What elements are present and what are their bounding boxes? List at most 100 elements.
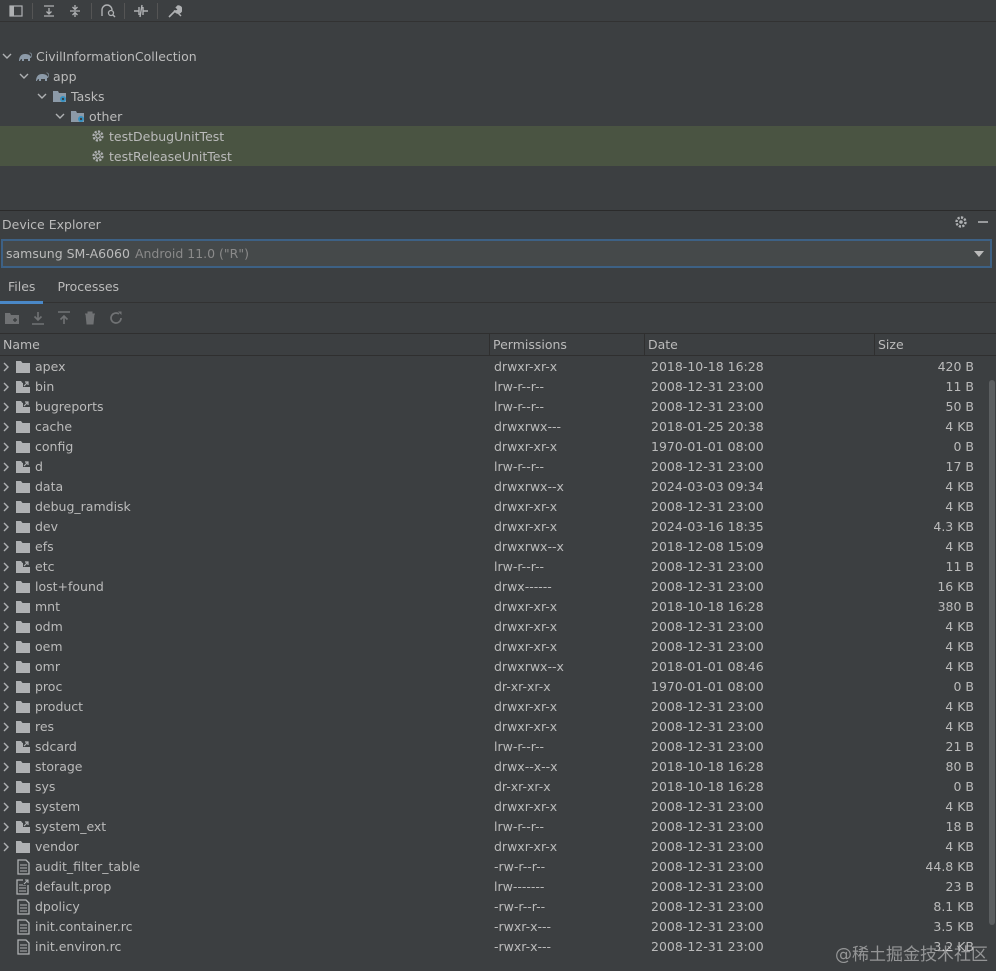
tree-node-task[interactable]: testDebugUnitTest xyxy=(0,126,996,146)
file-date: 2008-12-31 23:00 xyxy=(651,739,764,754)
device-selector[interactable]: samsung SM-A6060 Android 11.0 ("R") xyxy=(1,239,992,268)
chevron-right-icon[interactable] xyxy=(0,637,12,657)
chevron-right-icon[interactable] xyxy=(0,617,12,637)
file-icon xyxy=(15,859,31,875)
chevron-down-icon[interactable] xyxy=(1,50,13,62)
chevron-down-icon[interactable] xyxy=(54,110,66,122)
delete-icon[interactable] xyxy=(80,308,100,328)
chevron-right-icon[interactable] xyxy=(0,797,12,817)
minimize-icon[interactable] xyxy=(976,215,990,232)
table-row[interactable]: sdcard lrw-r--r-- 2008-12-31 23:00 21 B xyxy=(0,737,988,757)
chevron-right-icon[interactable] xyxy=(0,437,12,457)
table-row[interactable]: system_ext lrw-r--r-- 2008-12-31 23:00 18 B xyxy=(0,817,988,837)
chevron-right-icon[interactable] xyxy=(0,377,12,397)
file-size: 0 B xyxy=(953,439,974,454)
refresh-icon[interactable] xyxy=(106,308,126,328)
table-row[interactable]: odm drwxr-xr-x 2008-12-31 23:00 4 KB xyxy=(0,617,988,637)
file-size: 8.1 KB xyxy=(933,899,974,914)
column-header-name[interactable]: Name xyxy=(0,334,490,356)
chevron-right-icon[interactable] xyxy=(0,837,12,857)
gear-icon[interactable] xyxy=(954,215,968,232)
chevron-right-icon[interactable] xyxy=(0,757,12,777)
toolbar-separator xyxy=(91,2,92,19)
download-icon[interactable] xyxy=(28,308,48,328)
chevron-right-icon[interactable] xyxy=(0,817,12,837)
panel-icon[interactable] xyxy=(3,1,29,21)
table-row[interactable]: bin lrw-r--r-- 2008-12-31 23:00 11 B xyxy=(0,377,988,397)
table-row[interactable]: apex drwxr-xr-x 2018-10-18 16:28 420 B xyxy=(0,357,988,377)
file-permissions: drwxrwx--x xyxy=(494,539,564,554)
chevron-right-icon[interactable] xyxy=(0,477,12,497)
toggle-offline-icon[interactable] xyxy=(128,1,154,21)
table-row[interactable]: cache drwxrwx--- 2018-01-25 20:38 4 KB xyxy=(0,417,988,437)
file-date: 2008-12-31 23:00 xyxy=(651,879,764,894)
chevron-right-icon[interactable] xyxy=(0,777,12,797)
expand-all-icon[interactable] xyxy=(36,1,62,21)
chevron-right-icon[interactable] xyxy=(0,537,12,557)
vertical-scrollbar[interactable] xyxy=(988,376,996,936)
scrollbar-thumb[interactable] xyxy=(989,380,995,925)
table-row[interactable]: dev drwxr-xr-x 2024-03-16 18:35 4.3 KB xyxy=(0,517,988,537)
table-row[interactable]: vendor drwxr-xr-x 2008-12-31 23:00 4 KB xyxy=(0,837,988,857)
tree-node-task[interactable]: testReleaseUnitTest xyxy=(0,146,996,166)
table-row[interactable]: proc dr-xr-xr-x 1970-01-01 08:00 0 B xyxy=(0,677,988,697)
chevron-right-icon[interactable] xyxy=(0,577,12,597)
table-row[interactable]: omr drwxrwx--x 2018-01-01 08:46 4 KB xyxy=(0,657,988,677)
chevron-down-icon[interactable] xyxy=(974,251,984,257)
tab-processes[interactable]: Processes xyxy=(49,271,127,303)
file-name: apex xyxy=(35,359,66,374)
chevron-right-icon[interactable] xyxy=(0,697,12,717)
table-row[interactable]: product drwxr-xr-x 2008-12-31 23:00 4 KB xyxy=(0,697,988,717)
chevron-right-icon[interactable] xyxy=(0,717,12,737)
table-row[interactable]: config drwxr-xr-x 1970-01-01 08:00 0 B xyxy=(0,437,988,457)
chevron-right-icon[interactable] xyxy=(0,557,12,577)
chevron-right-icon[interactable] xyxy=(0,677,12,697)
column-header-size[interactable]: Size xyxy=(875,334,996,356)
file-name: init.container.rc xyxy=(35,919,133,934)
chevron-right-icon[interactable] xyxy=(0,497,12,517)
upload-icon[interactable] xyxy=(54,308,74,328)
tab-files[interactable]: Files xyxy=(0,271,44,304)
table-row[interactable]: default.prop lrw------- 2008-12-31 23:00 23… xyxy=(0,877,988,897)
file-name: dev xyxy=(35,519,59,534)
chevron-right-icon[interactable] xyxy=(0,517,12,537)
table-row[interactable]: res drwxr-xr-x 2008-12-31 23:00 4 KB xyxy=(0,717,988,737)
tree-node-other[interactable]: other xyxy=(0,106,996,126)
analyze-icon[interactable] xyxy=(95,1,121,21)
table-row[interactable]: lost+found drwx------ 2008-12-31 23:00 16 K… xyxy=(0,577,988,597)
chevron-right-icon[interactable] xyxy=(0,357,12,377)
collapse-all-icon[interactable] xyxy=(62,1,88,21)
file-name: bugreports xyxy=(35,399,104,414)
table-row[interactable]: storage drwx--x--x 2018-10-18 16:28 80 B xyxy=(0,757,988,777)
table-row[interactable]: init.container.rc -rwxr-x--- 2008-12-31 23… xyxy=(0,917,988,937)
table-row[interactable]: sys dr-xr-xr-x 2018-10-18 16:28 0 B xyxy=(0,777,988,797)
tree-node-project[interactable]: CivilInformationCollection xyxy=(0,46,996,66)
chevron-right-icon[interactable] xyxy=(0,457,12,477)
table-row[interactable]: debug_ramdisk drwxr-xr-x 2008-12-31 23:00 4… xyxy=(0,497,988,517)
table-row[interactable]: efs drwxrwx--x 2018-12-08 15:09 4 KB xyxy=(0,537,988,557)
file-name-cell: system xyxy=(0,797,490,817)
table-row[interactable]: dpolicy -rw-r--r-- 2008-12-31 23:00 8.1 KB xyxy=(0,897,988,917)
table-row[interactable]: audit_filter_table -rw-r--r-- 2008-12-31 2… xyxy=(0,857,988,877)
chevron-down-icon[interactable] xyxy=(18,70,30,82)
tree-node-tasks[interactable]: Tasks xyxy=(0,86,996,106)
chevron-right-icon[interactable] xyxy=(0,417,12,437)
tree-node-label: testReleaseUnitTest xyxy=(109,148,232,164)
chevron-right-icon[interactable] xyxy=(0,737,12,757)
table-row[interactable]: oem drwxr-xr-x 2008-12-31 23:00 4 KB xyxy=(0,637,988,657)
chevron-right-icon[interactable] xyxy=(0,597,12,617)
table-row[interactable]: d lrw-r--r-- 2008-12-31 23:00 17 B xyxy=(0,457,988,477)
chevron-right-icon[interactable] xyxy=(0,657,12,677)
column-header-permissions[interactable]: Permissions xyxy=(490,334,645,356)
chevron-down-icon[interactable] xyxy=(36,90,48,102)
tree-node-module[interactable]: app xyxy=(0,66,996,86)
chevron-right-icon[interactable] xyxy=(0,397,12,417)
wrench-icon[interactable] xyxy=(161,1,187,21)
table-row[interactable]: etc lrw-r--r-- 2008-12-31 23:00 11 B xyxy=(0,557,988,577)
column-header-date[interactable]: Date xyxy=(645,334,875,356)
new-folder-icon[interactable] xyxy=(2,308,22,328)
table-row[interactable]: data drwxrwx--x 2024-03-03 09:34 4 KB xyxy=(0,477,988,497)
table-row[interactable]: mnt drwxr-xr-x 2018-10-18 16:28 380 B xyxy=(0,597,988,617)
table-row[interactable]: bugreports lrw-r--r-- 2008-12-31 23:00 50 B xyxy=(0,397,988,417)
table-row[interactable]: system drwxr-xr-x 2008-12-31 23:00 4 KB xyxy=(0,797,988,817)
